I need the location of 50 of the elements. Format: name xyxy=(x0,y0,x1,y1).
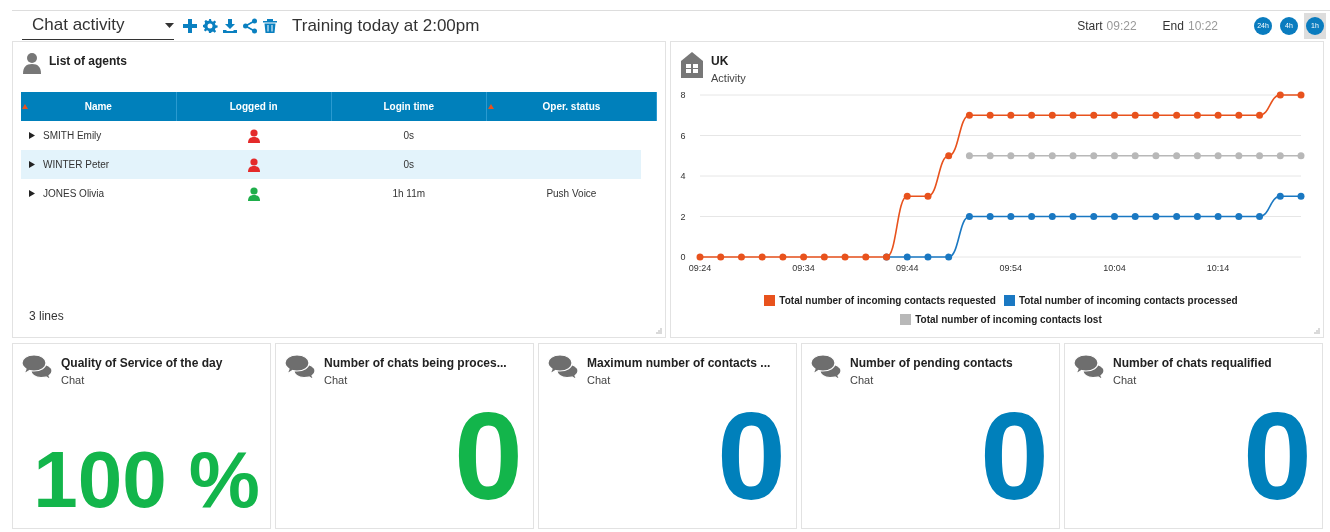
panel-title: UK xyxy=(711,53,730,70)
legend-item[interactable]: Total number of incoming contacts lost xyxy=(900,311,1102,327)
agent-name: SMITH Emily xyxy=(43,129,102,143)
login-time: 0s xyxy=(403,130,415,141)
operational-status: Push Voice xyxy=(546,188,597,199)
end-time: 10:22 xyxy=(1187,18,1218,35)
legend-item[interactable]: Total number of incoming contacts requested xyxy=(764,292,996,308)
card-subtitle: Chat xyxy=(587,373,612,388)
x-axis-label: 09:44 xyxy=(896,262,919,273)
card-subtitle: Chat xyxy=(324,373,349,388)
kpi-value: 0 xyxy=(980,394,1049,518)
card-subtitle: Chat xyxy=(1113,373,1138,388)
row-count-text: 3 lines xyxy=(29,308,64,325)
card-subtitle: Chat xyxy=(850,373,875,388)
card-title: Number of chats requalified xyxy=(1113,355,1272,372)
agent-name: JONES Olivia xyxy=(43,187,105,201)
start-label: Start xyxy=(1077,18,1103,35)
x-axis-label: 10:04 xyxy=(1103,262,1126,273)
y-axis-label: 2 xyxy=(680,211,686,221)
y-axis-label: 4 xyxy=(680,170,686,181)
card-title: Quality of Service of the day xyxy=(61,355,223,372)
y-axis-label: 6 xyxy=(680,130,686,140)
announcement-text: Training today at 2:00pm xyxy=(292,15,480,38)
agent-name: WINTER Peter xyxy=(43,158,110,172)
dashboard-dropdown[interactable]: Chat activity xyxy=(22,12,174,40)
column-header[interactable]: Logged in xyxy=(176,92,332,121)
column-header[interactable]: Name xyxy=(21,92,177,121)
login-time: 0s xyxy=(403,159,415,170)
card-title: Number of pending contacts xyxy=(850,355,1013,372)
x-axis-label: 09:54 xyxy=(999,262,1023,273)
x-axis-label: 10:14 xyxy=(1206,262,1230,273)
end-label: End xyxy=(1162,18,1184,35)
x-axis-label: 09:24 xyxy=(688,262,712,273)
panel-title: List of agents xyxy=(49,53,127,70)
start-time: 09:22 xyxy=(1106,18,1137,35)
kpi-value: 0 xyxy=(454,394,523,518)
kpi-value: 0 xyxy=(717,394,786,518)
kpi-value: 100 % xyxy=(33,440,260,520)
panel-subtitle: Activity xyxy=(711,71,746,86)
x-axis-label: 09:34 xyxy=(792,262,815,273)
login-time: 1h 11m xyxy=(392,188,426,199)
card-title: Number of chats being proces... xyxy=(324,355,507,372)
column-header[interactable]: Oper. status xyxy=(486,92,657,121)
y-axis-label: 8 xyxy=(680,89,686,100)
y-axis-label: 0 xyxy=(680,251,686,262)
card-subtitle: Chat xyxy=(61,373,86,388)
column-header[interactable]: Login time xyxy=(331,92,487,121)
legend-item[interactable]: Total number of incoming contacts processed xyxy=(1003,292,1238,308)
card-title: Maximum number of contacts ... xyxy=(587,355,771,372)
kpi-value: 0 xyxy=(1243,394,1312,518)
